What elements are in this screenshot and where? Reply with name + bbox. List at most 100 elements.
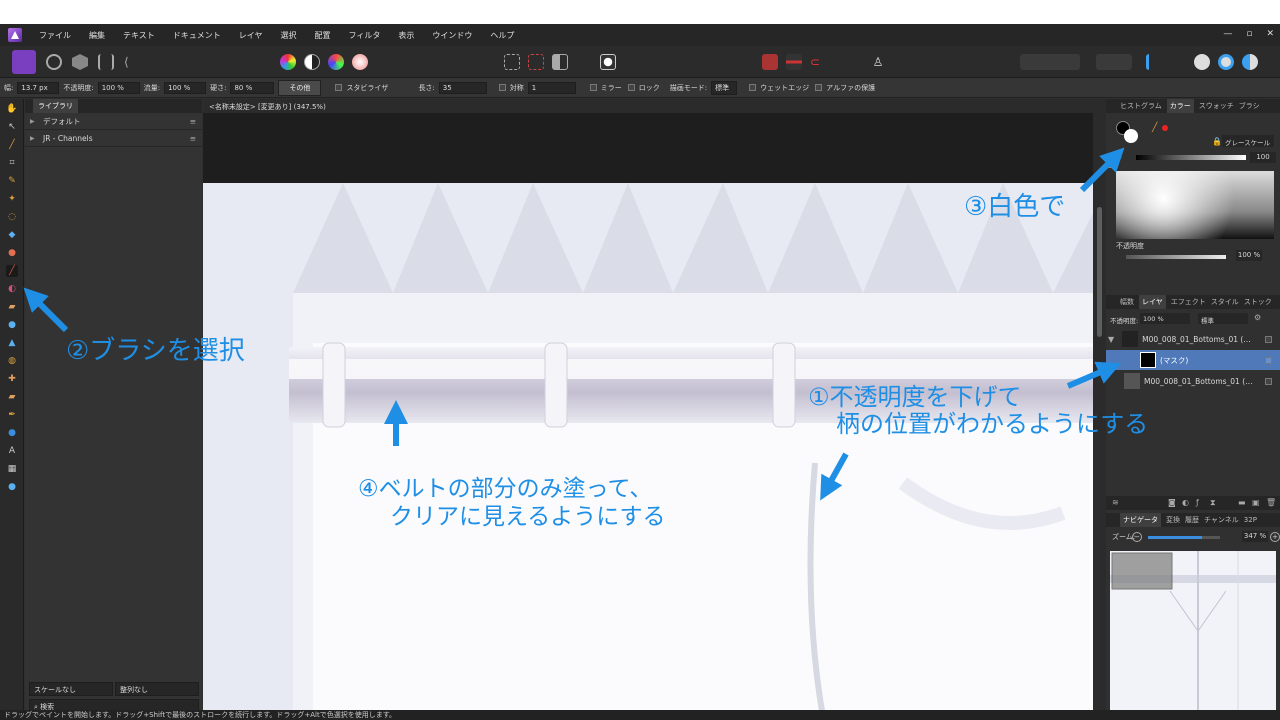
close-button[interactable]: ✕	[1266, 29, 1274, 39]
quick-mask-icon[interactable]	[600, 54, 616, 70]
tab-nav-channels[interactable]: チャンネル	[1204, 515, 1239, 525]
lock-icon[interactable]: 🔒	[1212, 137, 1222, 146]
tab-color[interactable]: カラー	[1166, 99, 1194, 113]
vertical-scroll-thumb[interactable]	[1097, 207, 1102, 337]
tab-swatches[interactable]: スウォッチ	[1199, 101, 1234, 111]
color-picker-tool-icon[interactable]: ●	[6, 247, 18, 259]
delete-layer-icon[interactable]: 🗑	[1266, 498, 1276, 507]
layer-visibility-checkbox[interactable]	[1265, 335, 1272, 343]
stabilizer-checkbox[interactable]	[335, 84, 343, 91]
auto-colors-icon[interactable]	[328, 54, 344, 70]
flow-field[interactable]: 100 %	[164, 81, 207, 94]
dodge-tool-icon[interactable]: ●	[6, 319, 18, 331]
opacity-field[interactable]: 100 %	[97, 81, 140, 94]
secondary-color-swatch[interactable]	[1124, 129, 1138, 143]
color-replacement-tool-icon[interactable]: ◐	[6, 283, 18, 295]
library-item[interactable]: ▶ JR - Channels ≡	[25, 130, 202, 147]
assistant-icon[interactable]: ♙	[870, 54, 886, 70]
menu-text[interactable]: テキスト	[114, 30, 164, 41]
tab-histogram[interactable]: ヒストグラム	[1120, 101, 1162, 111]
menu-layer[interactable]: レイヤ	[230, 30, 272, 41]
layer-visibility-checkbox[interactable]	[1265, 356, 1272, 364]
tab-styles[interactable]: スタイル	[1211, 297, 1239, 307]
develop-persona-icon[interactable]	[72, 54, 88, 70]
move-tool-icon[interactable]: ↖	[6, 121, 18, 133]
layer-blend-select[interactable]: 標準	[1198, 313, 1248, 325]
add-layer-icon[interactable]: ▣	[1252, 498, 1260, 507]
mask-layer-icon[interactable]: ◙	[1168, 498, 1176, 507]
blend-mode-select[interactable]: 標準	[711, 80, 738, 95]
healing-tool-icon[interactable]: ✚	[6, 373, 18, 385]
menu-help[interactable]: ヘルプ	[481, 30, 523, 41]
auto-contrast-icon[interactable]	[304, 54, 320, 70]
expand-icon[interactable]: ▼	[1108, 335, 1114, 344]
color-mode-select[interactable]: グレースケール	[1222, 135, 1274, 147]
symmetry-field[interactable]: 1	[527, 81, 576, 94]
blur-tool-icon[interactable]: ▰	[6, 391, 18, 403]
red-eye-tool-icon[interactable]: ◍	[6, 355, 18, 367]
flood-select-tool-icon[interactable]: ✦	[6, 193, 18, 205]
clone-tool-icon[interactable]: ▲	[6, 337, 18, 349]
menu-select[interactable]: 選択	[272, 30, 306, 41]
layer-row-selected[interactable]: (マスク)	[1106, 350, 1280, 370]
zoom-value-field[interactable]: 347 %	[1242, 531, 1268, 542]
boolean-add-icon[interactable]	[1194, 54, 1210, 70]
tab-navigator[interactable]: ナビゲータ	[1120, 513, 1161, 527]
maximize-button[interactable]: ▫	[1246, 29, 1252, 39]
minimize-button[interactable]: —	[1223, 29, 1232, 39]
tab-channels[interactable]: 幅数	[1120, 297, 1134, 307]
export-persona-icon[interactable]: ⟨	[124, 54, 140, 70]
layer-visibility-checkbox[interactable]	[1265, 377, 1272, 385]
zoom-slider[interactable]	[1148, 536, 1220, 539]
lock-checkbox[interactable]	[627, 84, 635, 91]
invert-selection-icon[interactable]	[552, 54, 568, 70]
eyedropper-tool-icon[interactable]: ╱	[6, 139, 18, 151]
color-opacity-slider[interactable]	[1126, 255, 1226, 259]
tab-transform[interactable]: 変換	[1166, 515, 1180, 525]
menu-icon[interactable]: ≡	[190, 134, 196, 143]
mirror-checkbox[interactable]	[589, 84, 597, 91]
menu-document[interactable]: ドキュメント	[164, 30, 230, 41]
order-group-icon[interactable]	[1096, 54, 1132, 70]
adjustment-icon[interactable]: ◐	[1182, 498, 1189, 507]
text-tool-icon[interactable]: A	[6, 445, 18, 457]
navigator-viewport[interactable]	[1111, 552, 1173, 590]
group-folder-icon[interactable]: ▬	[1238, 498, 1246, 507]
tab-history[interactable]: 履歴	[1185, 515, 1199, 525]
layer-settings-icon[interactable]: ⚙	[1254, 313, 1261, 322]
document-tab[interactable]: <名称未設定> [変更あり] (347.5%)	[203, 99, 1093, 113]
layer-row[interactable]: M00_008_01_Bottoms_01 (…	[1106, 371, 1280, 391]
menu-edit[interactable]: 編集	[80, 30, 114, 41]
flood-fill-tool-icon[interactable]: ◆	[6, 229, 18, 241]
crop-tool-icon[interactable]: ⌗	[6, 157, 18, 169]
width-field[interactable]: 13.7 px	[17, 81, 60, 94]
navigator-preview[interactable]	[1110, 551, 1276, 720]
photo-persona-icon[interactable]	[12, 50, 36, 74]
selection-brush-tool-icon[interactable]: ✎	[6, 175, 18, 187]
more-button[interactable]: その他	[278, 79, 322, 96]
library-tab[interactable]: ライブラリ	[33, 99, 78, 113]
tab-brushes[interactable]: ブラシ	[1239, 101, 1260, 111]
color-opacity-field[interactable]: 100 %	[1236, 250, 1262, 261]
picker-icon[interactable]: ╱	[1152, 123, 1157, 133]
magnet-icon[interactable]: ⊂	[810, 54, 826, 70]
pen-tool-icon[interactable]: ✒	[6, 409, 18, 421]
tone-mapping-persona-icon[interactable]	[98, 54, 114, 70]
layers-stack-icon[interactable]: ≋	[1112, 498, 1119, 507]
symmetry-checkbox[interactable]	[498, 84, 506, 91]
hardness-field[interactable]: 80 %	[230, 81, 275, 94]
lasso-tool-icon[interactable]: ◌	[6, 211, 18, 223]
snapping-icon[interactable]	[762, 54, 778, 70]
layer-row[interactable]: ▼ M00_008_01_Bottoms_01 (…	[1106, 329, 1280, 349]
boolean-subtract-icon[interactable]	[1218, 54, 1234, 70]
menu-window[interactable]: ウインドウ	[423, 30, 481, 41]
erase-brush-tool-icon[interactable]: ▰	[6, 301, 18, 313]
mesh-warp-tool-icon[interactable]: ▦	[6, 463, 18, 475]
tab-effects[interactable]: エフェクト	[1171, 297, 1206, 307]
menu-arrange[interactable]: 配置	[306, 30, 340, 41]
library-item[interactable]: ▶ デフォルト ≡	[25, 113, 202, 130]
hourglass-icon[interactable]: ⧗	[1210, 498, 1216, 508]
length-field[interactable]: 35	[438, 81, 487, 94]
menu-icon[interactable]: ≡	[190, 117, 196, 126]
marquee-icon[interactable]	[504, 54, 520, 70]
